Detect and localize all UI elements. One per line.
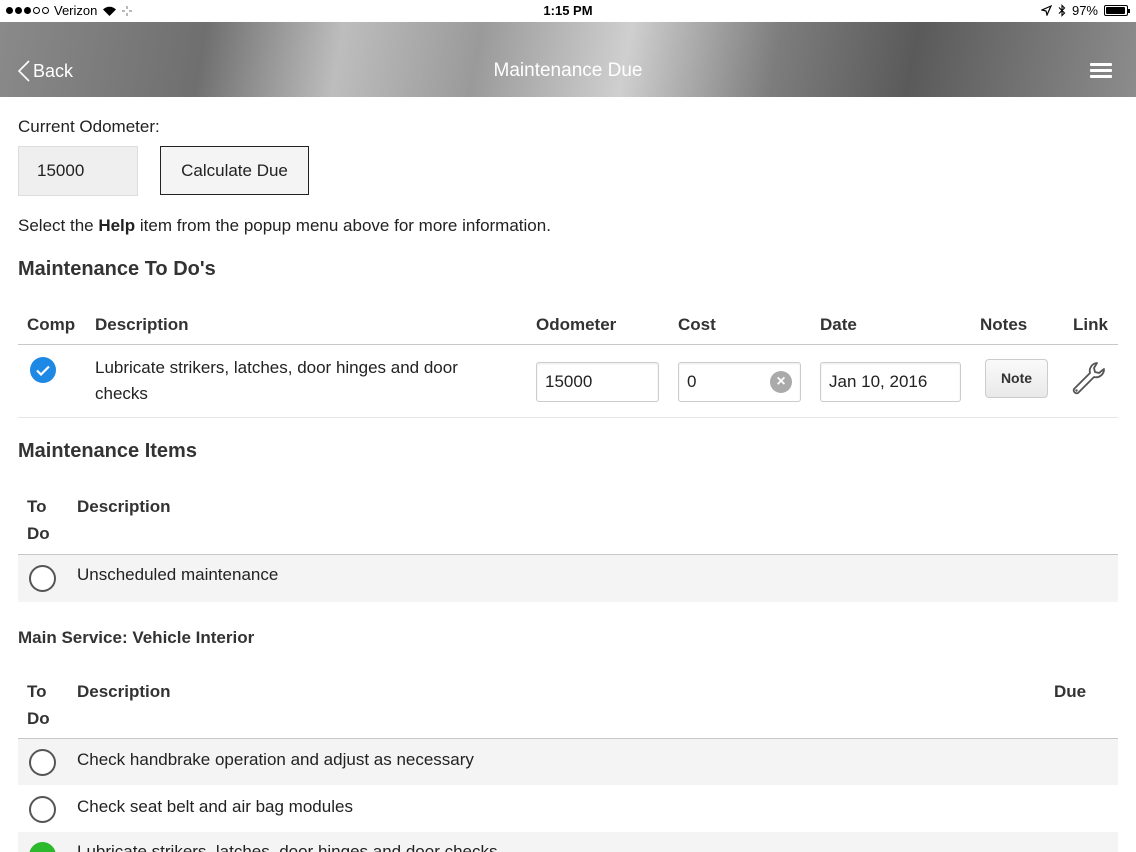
header-link: Link	[1073, 315, 1108, 334]
item-description: Check seat belt and air bag modules	[77, 797, 353, 816]
header-comp: Comp	[27, 315, 76, 334]
header-todo-line2: Do	[27, 524, 50, 543]
bluetooth-icon	[1058, 4, 1066, 17]
header-description: Description	[77, 682, 171, 701]
help-suffix: item from the popup menu above for more …	[135, 216, 551, 235]
todo-cost-value: 0	[687, 372, 697, 391]
header-notes: Notes	[980, 315, 1028, 334]
header-due: Due	[1054, 682, 1087, 701]
header-odometer: Odometer	[536, 315, 617, 334]
wrench-icon[interactable]	[1070, 360, 1106, 396]
todo-radio[interactable]	[29, 796, 56, 823]
clear-icon[interactable]: ×	[770, 371, 792, 393]
battery-percent: 97%	[1071, 3, 1098, 18]
status-right: 97%	[1040, 3, 1130, 18]
menu-icon[interactable]	[1090, 63, 1112, 79]
todo-description: Lubricate strikers, latches, door hinges…	[95, 358, 458, 403]
location-icon	[1040, 5, 1052, 16]
items-title: Maintenance Items	[18, 440, 197, 462]
divider	[18, 417, 1118, 418]
help-bold: Help	[98, 216, 136, 235]
header-cost: Cost	[678, 315, 716, 334]
status-bar: Verizon 1:15 PM 97%	[0, 0, 1136, 22]
checkmark-icon	[36, 365, 50, 376]
header-description: Description	[77, 497, 171, 516]
todo-odometer-input[interactable]: 15000	[536, 362, 659, 402]
nav-bar: Back Maintenance Due	[0, 22, 1136, 97]
item-description: Check handbrake operation and adjust as …	[77, 750, 474, 769]
divider	[18, 344, 1118, 345]
todo-cost-input[interactable]: 0 ×	[678, 362, 801, 402]
odometer-label: Current Odometer:	[18, 117, 160, 136]
todo-date-input[interactable]: Jan 10, 2016	[820, 362, 961, 402]
odometer-input[interactable]: 15000	[18, 146, 138, 196]
interior-title: Main Service: Vehicle Interior	[18, 628, 255, 647]
battery-icon	[1104, 5, 1130, 16]
note-button[interactable]: Note	[985, 359, 1048, 398]
todo-radio[interactable]	[29, 749, 56, 776]
todo-radio[interactable]	[29, 565, 56, 592]
header-todo-line2: Do	[27, 709, 50, 728]
header-description: Description	[95, 315, 189, 334]
help-prefix: Select the	[18, 216, 99, 235]
header-date: Date	[820, 315, 857, 334]
item-description: Unscheduled maintenance	[77, 565, 279, 584]
page-title: Maintenance Due	[493, 60, 643, 81]
item-description: Lubricate strikers, latches, door hinges…	[77, 842, 498, 852]
header-todo-line1: To	[27, 682, 47, 701]
todos-title: Maintenance To Do's	[18, 258, 216, 280]
status-time: 1:15 PM	[543, 3, 593, 18]
help-text: Select the Help item from the popup menu…	[18, 216, 551, 236]
completed-checkbox[interactable]	[30, 357, 56, 383]
header-todo-line1: To	[27, 497, 47, 516]
calculate-due-button[interactable]: Calculate Due	[160, 146, 309, 195]
